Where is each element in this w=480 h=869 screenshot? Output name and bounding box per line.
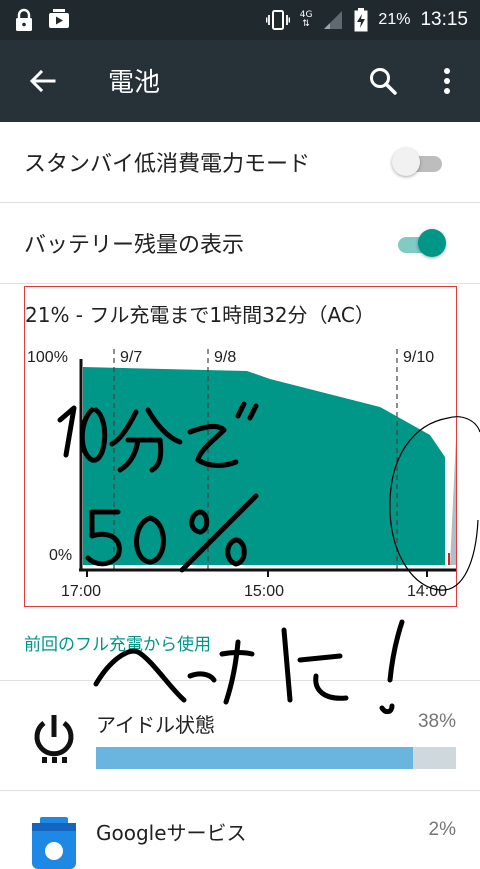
data-arrows-icon: ⇅	[302, 19, 310, 29]
usage-item-percent: 38%	[417, 711, 456, 732]
search-icon[interactable]	[366, 64, 400, 98]
network-type-label: 4G ⇅	[300, 11, 313, 29]
clock: 13:15	[420, 9, 468, 30]
signal-icon	[324, 11, 343, 29]
google-services-icon	[32, 817, 76, 869]
y-min-label: 0%	[49, 547, 73, 564]
app-toolbar: 電池	[0, 40, 480, 122]
chart-plot	[79, 349, 456, 577]
lock-icon	[16, 8, 32, 31]
vibrate-icon	[265, 10, 290, 30]
y-max-label: 100%	[27, 349, 68, 366]
battery-percent: 21%	[378, 11, 411, 28]
usage-item-name: アイドル状態	[96, 713, 215, 737]
usage-bar-fill	[96, 747, 413, 769]
switch-thumb	[418, 229, 446, 257]
x-tick-label: 14:00	[407, 583, 448, 600]
status-bar: 4G ⇅ 21% 13:15	[0, 0, 480, 40]
date-marker: 9/7	[120, 349, 143, 366]
x-tick-label: 17:00	[61, 583, 102, 600]
media-notification-icon	[49, 9, 69, 28]
power-icon	[34, 715, 74, 763]
battery-charging-icon	[354, 8, 368, 32]
more-vert-icon[interactable]	[430, 64, 464, 98]
charge-spike	[450, 438, 456, 565]
status-bar-right: 4G ⇅ 21% 13:15	[265, 8, 468, 32]
usage-bar	[96, 747, 456, 769]
battery-level-row[interactable]: バッテリー残量の表示	[0, 203, 480, 284]
battery-level-switch[interactable]	[394, 229, 446, 257]
back-arrow-icon[interactable]	[26, 64, 60, 98]
standby-mode-label: スタンバイ低消費電力モード	[24, 152, 311, 177]
usage-item-idle[interactable]: アイドル状態 38%	[0, 680, 480, 791]
battery-level-label: バッテリー残量の表示	[24, 233, 245, 258]
date-marker: 9/8	[214, 349, 237, 366]
usage-item-google-services[interactable]: Googleサービス 2%	[0, 790, 480, 869]
battery-history-chart[interactable]: 21% - フル充電まで1時間32分（AC） 100% 0% 9/7 9/8 9…	[24, 286, 457, 607]
standby-mode-row[interactable]: スタンバイ低消費電力モード	[0, 122, 480, 203]
status-bar-left	[14, 8, 70, 32]
usage-item-name: Googleサービス	[96, 821, 247, 845]
switch-thumb	[392, 148, 420, 176]
page-title: 電池	[108, 68, 161, 98]
usage-section-header: 前回のフル充電から使用	[24, 635, 211, 655]
standby-mode-switch[interactable]	[392, 148, 446, 176]
date-marker: 9/10	[403, 349, 435, 366]
battery-level-area	[83, 367, 445, 565]
x-tick-label: 15:00	[244, 583, 285, 600]
usage-item-percent: 2%	[428, 819, 456, 840]
